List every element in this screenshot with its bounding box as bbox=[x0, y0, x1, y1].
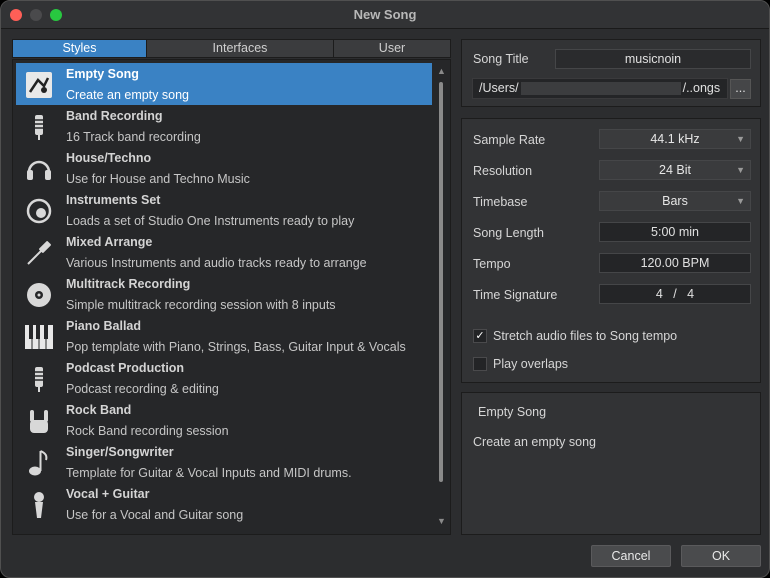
microphone-icon bbox=[24, 112, 54, 142]
timebase-label: Timebase bbox=[473, 195, 528, 209]
item-description: Simple multitrack recording session with… bbox=[66, 298, 336, 312]
time-signature-label: Time Signature bbox=[473, 288, 558, 302]
item-name: Piano Ballad bbox=[66, 319, 142, 333]
list-item[interactable]: Singer/Songwriter Template for Guitar & … bbox=[16, 441, 432, 483]
play-overlaps-checkbox[interactable] bbox=[473, 357, 487, 371]
scroll-up-arrow-icon[interactable]: ▲ bbox=[437, 66, 446, 76]
song-length-label: Song Length bbox=[473, 226, 544, 240]
list-item[interactable]: Band Recording 16 Track band recording bbox=[16, 105, 432, 147]
time-signature-input[interactable]: 4 / 4 bbox=[599, 284, 751, 304]
path-start: /Users/ bbox=[479, 81, 519, 95]
microphone-icon bbox=[24, 364, 54, 394]
resolution-label: Resolution bbox=[473, 164, 533, 178]
item-description: Loads a set of Studio One Instruments re… bbox=[66, 214, 355, 228]
list-item[interactable]: Instruments Set Loads a set of Studio On… bbox=[16, 189, 432, 231]
handheld-mic-icon bbox=[24, 490, 54, 520]
item-description: 16 Track band recording bbox=[66, 130, 201, 144]
item-name: Band Recording bbox=[66, 109, 163, 123]
item-description: Pop template with Piano, Strings, Bass, … bbox=[66, 340, 406, 354]
scroll-down-arrow-icon[interactable]: ▼ bbox=[437, 516, 446, 526]
new-song-dialog: New Song Styles Interfaces User Empty So… bbox=[0, 0, 770, 578]
headphones-icon bbox=[24, 154, 54, 184]
template-description-panel: Empty Song Create an empty song bbox=[461, 392, 761, 535]
list-item[interactable]: House/Techno Use for House and Techno Mu… bbox=[16, 147, 432, 189]
path-end: /..ongs bbox=[682, 81, 721, 95]
cable-icon bbox=[24, 238, 54, 268]
sample-rate-value: 44.1 kHz bbox=[650, 132, 700, 146]
cancel-button[interactable]: Cancel bbox=[591, 545, 671, 567]
time-sig-denominator[interactable]: 4 bbox=[687, 287, 694, 301]
item-description: Various Instruments and audio tracks rea… bbox=[66, 256, 367, 270]
list-item[interactable]: Vocal + Guitar Use for a Vocal and Guita… bbox=[16, 483, 432, 525]
title-bar: New Song bbox=[1, 1, 769, 29]
list-item[interactable]: Multitrack Recording Simple multitrack r… bbox=[16, 273, 432, 315]
song-settings-panel: Sample Rate 44.1 kHz ▼ Resolution 24 Bit… bbox=[461, 118, 761, 383]
item-name: Instruments Set bbox=[66, 193, 161, 207]
timebase-value: Bars bbox=[662, 194, 688, 208]
item-name: House/Techno bbox=[66, 151, 152, 165]
stretch-audio-checkbox[interactable]: ✓ bbox=[473, 329, 487, 343]
ok-button[interactable]: OK bbox=[681, 545, 761, 567]
item-description: Template for Guitar & Vocal Inputs and M… bbox=[66, 466, 352, 480]
item-description: Create an empty song bbox=[66, 88, 189, 102]
browse-path-button[interactable]: ... bbox=[730, 79, 751, 99]
list-item[interactable]: Empty Song Create an empty song bbox=[16, 63, 432, 105]
stretch-audio-label: Stretch audio files to Song tempo bbox=[493, 329, 678, 343]
tempo-input[interactable]: 120.00 BPM bbox=[599, 253, 751, 273]
item-description: Podcast recording & editing bbox=[66, 382, 219, 396]
scroll-thumb[interactable] bbox=[439, 82, 443, 482]
path-redacted bbox=[520, 82, 681, 96]
item-name: Mixed Arrange bbox=[66, 235, 153, 249]
description-text: Create an empty song bbox=[473, 435, 596, 449]
list-scrollbar[interactable]: ▲ ▼ bbox=[437, 64, 447, 532]
timebase-dropdown[interactable]: Bars ▼ bbox=[599, 191, 751, 211]
sample-rate-dropdown[interactable]: 44.1 kHz ▼ bbox=[599, 129, 751, 149]
list-item[interactable]: Mixed Arrange Various Instruments and au… bbox=[16, 231, 432, 273]
item-name: Rock Band bbox=[66, 403, 132, 417]
chevron-down-icon: ▼ bbox=[736, 196, 745, 206]
song-title-input[interactable]: musicnoin bbox=[555, 49, 751, 69]
resolution-dropdown[interactable]: 24 Bit ▼ bbox=[599, 160, 751, 180]
item-name: Empty Song bbox=[66, 67, 139, 81]
template-tabs: Styles Interfaces User bbox=[12, 39, 451, 58]
time-sig-numerator[interactable]: 4 bbox=[656, 287, 663, 301]
item-name: Vocal + Guitar bbox=[66, 487, 150, 501]
item-name: Podcast Production bbox=[66, 361, 185, 375]
disc-icon bbox=[24, 280, 54, 310]
item-name: Singer/Songwriter bbox=[66, 445, 174, 459]
play-overlaps-label: Play overlaps bbox=[493, 357, 569, 371]
item-description: Use for House and Techno Music bbox=[66, 172, 250, 186]
song-path-field[interactable]: /Users/ /..ongs bbox=[472, 78, 728, 99]
item-name: Multitrack Recording bbox=[66, 277, 191, 291]
list-item[interactable]: Piano Ballad Pop template with Piano, St… bbox=[16, 315, 432, 357]
list-item[interactable]: Podcast Production Podcast recording & e… bbox=[16, 357, 432, 399]
chevron-down-icon: ▼ bbox=[736, 134, 745, 144]
song-title-panel: Song Title musicnoin /Users/ /..ongs ... bbox=[461, 39, 761, 107]
knob-icon bbox=[24, 196, 54, 226]
song-title-label: Song Title bbox=[473, 52, 529, 66]
tab-styles[interactable]: Styles bbox=[13, 40, 147, 57]
list-item[interactable]: Rock Band Rock Band recording session bbox=[16, 399, 432, 441]
tempo-label: Tempo bbox=[473, 257, 511, 271]
chevron-down-icon: ▼ bbox=[736, 165, 745, 175]
time-sig-separator: / bbox=[673, 287, 677, 301]
music-note-icon bbox=[24, 448, 54, 478]
piano-keys-icon bbox=[24, 322, 54, 352]
tab-interfaces[interactable]: Interfaces bbox=[147, 40, 334, 57]
rock-hand-icon bbox=[24, 406, 54, 436]
window-title: New Song bbox=[353, 7, 417, 22]
empty-song-icon bbox=[24, 70, 54, 100]
resolution-value: 24 Bit bbox=[659, 163, 691, 177]
sample-rate-label: Sample Rate bbox=[473, 133, 546, 147]
song-length-input[interactable]: 5:00 min bbox=[599, 222, 751, 242]
tab-user[interactable]: User bbox=[334, 40, 450, 57]
description-title: Empty Song bbox=[478, 405, 547, 419]
template-list: Empty Song Create an empty song Band Rec… bbox=[12, 59, 451, 535]
item-description: Use for a Vocal and Guitar song bbox=[66, 508, 244, 522]
item-description: Rock Band recording session bbox=[66, 424, 229, 438]
